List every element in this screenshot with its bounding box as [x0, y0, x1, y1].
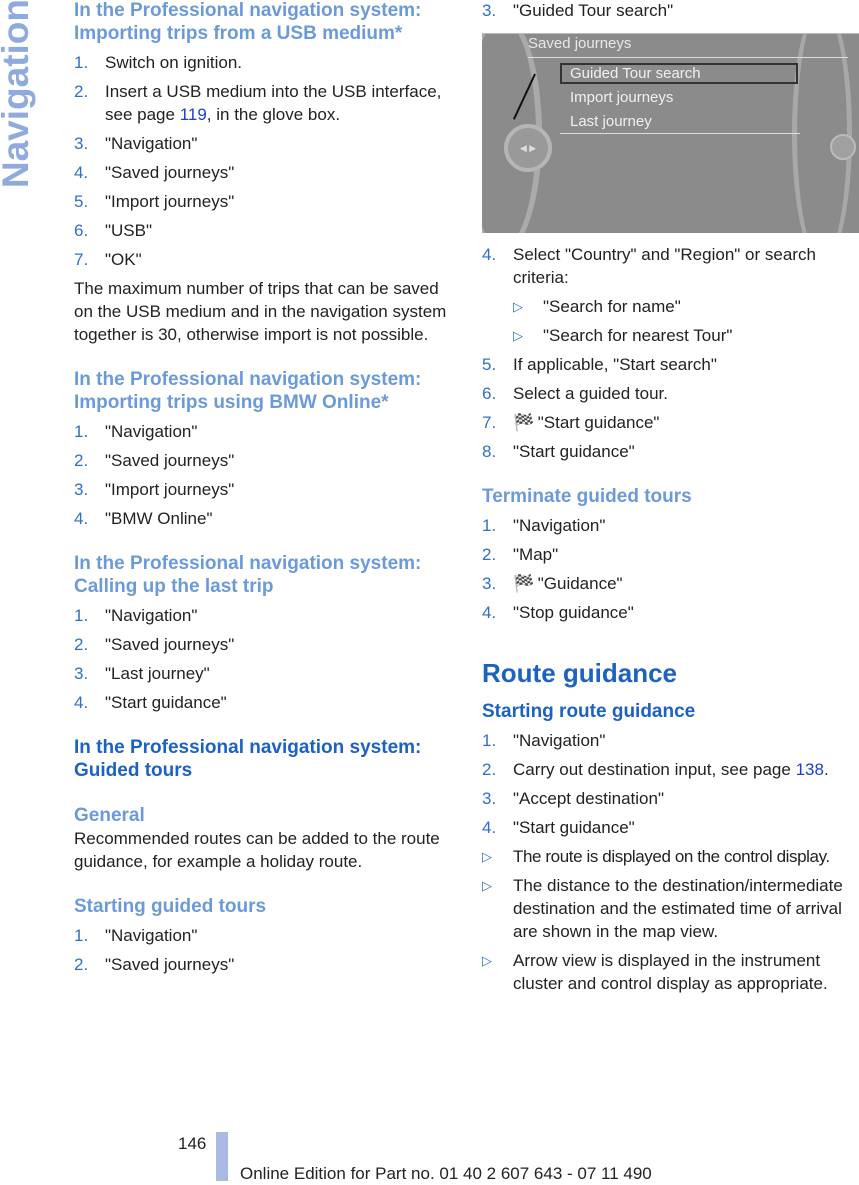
footer-bar	[216, 1132, 228, 1181]
list-item: 2. Carry out destination input, see page …	[482, 760, 829, 779]
list-item: 8. "Start guidance"	[482, 442, 635, 461]
list-item: 3. "Navigation"	[74, 134, 198, 153]
heading-starting-guided-tours: Starting guided tours	[74, 896, 267, 917]
steps-import-online: 1. "Navigation" 2. "Saved journeys" 3. "Imp…	[74, 420, 456, 530]
triangle-bullet-icon: ▷	[482, 849, 492, 864]
list-item: 5. If applicable, "Start search"	[482, 355, 717, 374]
page-link[interactable]: 138	[796, 760, 824, 779]
steps-import-usb: 1. Switch on ignition. 2. Insert a USB med…	[74, 51, 456, 271]
heading-general: General	[74, 805, 145, 826]
section-title-route-guidance: Route guidance	[482, 658, 678, 688]
left-column: In the Professional navigation system: I…	[74, 0, 456, 982]
right-column: 3. "Guided Tour search" Saved journeys Gu…	[482, 0, 859, 1001]
heading-terminate-tours: Terminate guided tours	[482, 486, 692, 507]
triangle-bullet-icon: ▷	[513, 328, 523, 343]
list-item: 4. "Start guidance"	[74, 693, 227, 712]
section-tab-navigation: Navigation	[0, 0, 36, 189]
note-max-trips: The maximum number of trips that can be …	[74, 279, 447, 344]
triangle-bullet-icon: ▷	[482, 878, 492, 893]
list-item: 6. Select a guided tour.	[482, 384, 669, 403]
checkered-flag-icon: 🏁	[513, 413, 535, 432]
list-item: 7. 🏁 "Start guidance"	[482, 413, 660, 432]
list-item: 1. "Navigation"	[482, 516, 606, 535]
sub-item: ▷ "Search for nearest Tour"	[513, 326, 733, 345]
options-button-icon	[830, 134, 856, 160]
list-item: 3. "Last journey"	[74, 664, 210, 683]
list-item: 2. "Saved journeys"	[74, 955, 235, 974]
triangle-bullet-icon: ▷	[513, 299, 523, 314]
bullet-item: ▷ The route is displayed on the control d…	[482, 847, 830, 866]
list-item: 2. "Map"	[482, 545, 559, 564]
list-item: 1. "Navigation"	[74, 606, 198, 625]
bullet-item: ▷ Arrow view is displayed in the instrume…	[482, 951, 828, 993]
general-text: Recommended routes can be added to the r…	[74, 829, 440, 871]
list-item: 5. "Import journeys"	[74, 192, 235, 211]
list-item: 4. "Saved journeys"	[74, 163, 235, 182]
list-item: 1. "Navigation"	[482, 731, 606, 750]
list-item: 1. "Navigation"	[74, 926, 198, 945]
sub-item: ▷ "Search for name"	[513, 297, 681, 316]
controller-knob-icon: ◀ ▶	[504, 124, 552, 172]
triangle-bullet-icon: ▷	[482, 953, 492, 968]
list-item: 4. "BMW Online"	[74, 509, 213, 528]
heading-starting-route-guidance: Starting route guidance	[482, 701, 696, 722]
list-item: 3. 🏁 "Guidance"	[482, 574, 623, 593]
list-item: 6. "USB"	[74, 221, 153, 240]
list-item: 1. "Navigation"	[74, 422, 198, 441]
list-item: 4. "Stop guidance"	[482, 603, 634, 622]
page-number: 146	[178, 1134, 207, 1153]
menu-last-journey: Last journey	[570, 113, 652, 130]
edition-info: Online Edition for Part no. 01 40 2 607 …	[240, 1164, 652, 1183]
list-item: 3. "Accept destination"	[482, 789, 664, 808]
list-item: 3. "Guided Tour search"	[482, 1, 674, 20]
steps-last-trip: 1. "Navigation" 2. "Saved journeys" 3. "Las…	[74, 604, 456, 714]
screen-title: Saved journeys	[528, 35, 632, 52]
menu-import-journeys: Import journeys	[570, 89, 674, 106]
list-item: 2. Insert a USB medium into the USB inter…	[74, 82, 442, 124]
list-item: 3. "Import journeys"	[74, 480, 235, 499]
steps-start-tours: 1. "Navigation" 2. "Saved journeys"	[74, 924, 456, 976]
page-link[interactable]: 119	[180, 105, 207, 124]
menu-guided-tour-search: Guided Tour search	[570, 65, 701, 82]
heading-import-bmw-online: In the Professional navigation system: I…	[74, 369, 422, 413]
list-item: 4. Select "Country" and "Region" or searc…	[482, 245, 816, 287]
list-item: 4. "Start guidance"	[482, 818, 635, 837]
control-display-screenshot: Saved journeys Guided Tour search Import…	[482, 33, 859, 233]
checkered-flag-icon: 🏁	[513, 574, 535, 593]
heading-guided-tours: In the Professional navigation system: G…	[74, 737, 422, 781]
heading-import-usb: In the Professional navigation system: I…	[74, 0, 422, 44]
list-item: 1. Switch on ignition.	[74, 53, 243, 72]
heading-last-trip: In the Professional navigation system: C…	[74, 553, 422, 597]
list-item: 2. "Saved journeys"	[74, 635, 235, 654]
list-item: 2. "Saved journeys"	[74, 451, 235, 470]
list-item: 7. "OK"	[74, 250, 142, 269]
bullet-item: ▷ The distance to the destination/interme…	[482, 876, 843, 941]
